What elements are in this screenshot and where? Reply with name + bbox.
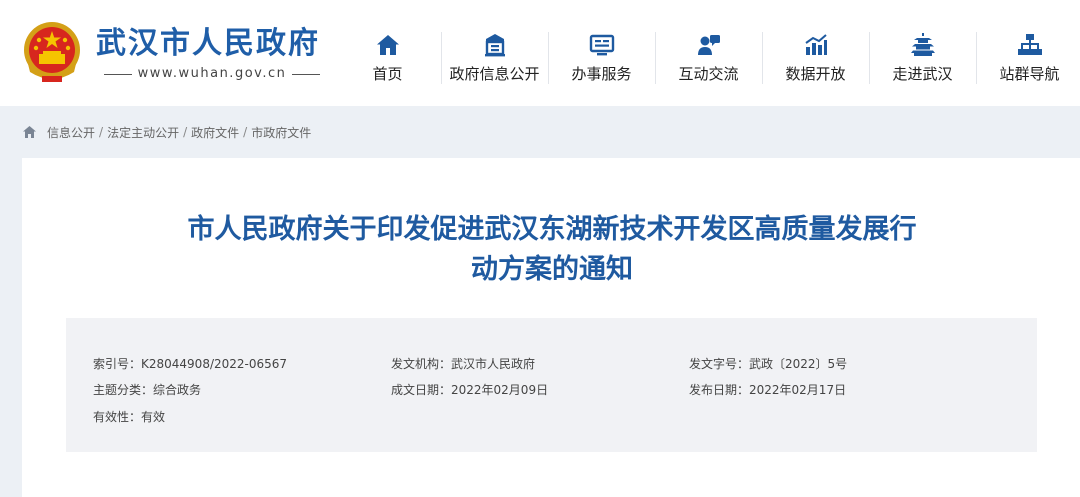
nav-label: 办事服务 [571,65,632,83]
nav-item-gov-info[interactable]: 政府信息公开 [441,30,548,86]
nav-item-home[interactable]: 首页 [334,30,441,86]
document-title: 市人民政府关于印发促进武汉东湖新技术开发区高质量发展行 动方案的通知 [102,210,1002,290]
breadcrumb-item-info-open[interactable]: 信息公开 [47,124,95,141]
home-icon[interactable] [22,125,37,139]
document-title-line-2: 动方案的通知 [471,254,633,285]
home-icon [376,35,399,55]
meta-written-date: 成文日期：2022年02月09日 [391,383,549,397]
meta-issuer: 发文机构：武汉市人民政府 [391,357,536,371]
nav-item-about-wuhan[interactable]: 走进武汉 [869,30,976,86]
meta-doc-number: 发文字号：武政〔2022〕5号 [689,357,848,371]
url-left-line [104,73,132,75]
breadcrumb-separator: / [183,125,188,139]
breadcrumb-item-statutory[interactable]: 法定主动公开 [107,124,179,141]
site-header: 武汉市人民政府 www.wuhan.gov.cn 首页 政府信息公开 办事服务 … [0,0,1080,106]
nav-item-site-nav[interactable]: 站群导航 [976,30,1080,86]
service-window-icon [589,34,614,56]
nav-item-interaction[interactable]: 互动交流 [655,30,762,86]
yellow-crane-tower-icon [910,33,935,56]
breadcrumb-item-gov-docs[interactable]: 政府文件 [191,124,239,141]
breadcrumb-separator: / [243,125,248,139]
national-emblem-icon[interactable] [22,20,82,86]
document-title-line-1: 市人民政府关于印发促进武汉东湖新技术开发区高质量发展行 [187,214,917,245]
meta-publish-date: 发布日期：2022年02月17日 [689,383,847,397]
nav-label: 数据开放 [785,65,846,83]
nav-item-open-data[interactable]: 数据开放 [762,30,869,86]
main-nav: 首页 政府信息公开 办事服务 互动交流 数据开放 走进武汉 站群导航 [334,30,1080,86]
document-meta-box: 索引号：K28044908/2022-06567 发文机构：武汉市人民政府 发文… [66,318,1037,452]
nav-label: 首页 [372,65,403,83]
site-name[interactable]: 武汉市人民政府 [96,27,320,61]
bar-chart-icon [804,34,827,55]
nav-label: 走进武汉 [892,65,953,83]
meta-validity: 有效性：有效 [93,410,166,424]
building-icon [484,34,505,57]
breadcrumb-separator: / [99,125,104,139]
meta-category: 主题分类：综合政务 [93,383,202,397]
nav-item-services[interactable]: 办事服务 [548,30,655,86]
breadcrumb-item-city-docs[interactable]: 市政府文件 [251,124,311,141]
site-url: www.wuhan.gov.cn [104,66,321,82]
document-panel: 市人民政府关于印发促进武汉东湖新技术开发区高质量发展行 动方案的通知 索引号：K… [22,158,1080,497]
interaction-icon [697,35,720,55]
url-right-line [292,73,321,75]
breadcrumb: 信息公开 / 法定主动公开 / 政府文件 / 市政府文件 [22,124,311,140]
nav-label: 互动交流 [678,65,739,83]
sitemap-icon [1017,34,1042,55]
nav-label: 站群导航 [999,65,1060,83]
site-url-text: www.wuhan.gov.cn [137,66,287,81]
nav-label: 政府信息公开 [449,65,540,83]
meta-index-number: 索引号：K28044908/2022-06567 [93,357,288,371]
